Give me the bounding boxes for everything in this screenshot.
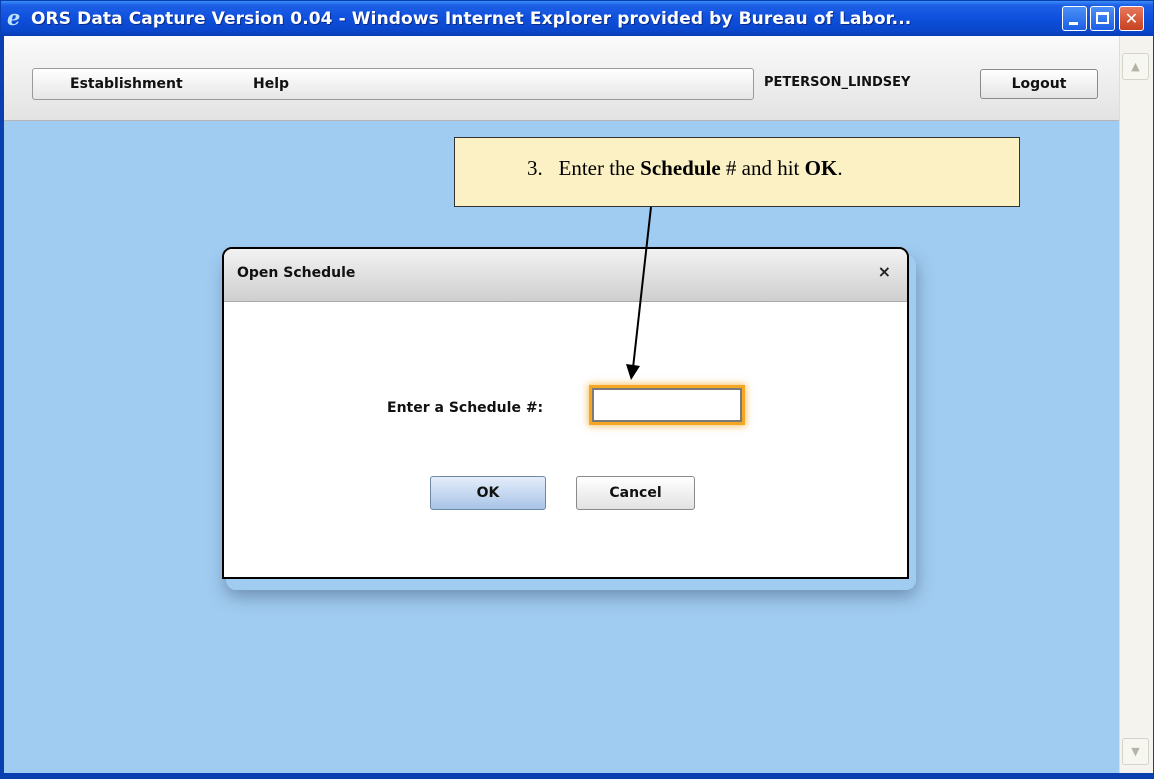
callout-text-after: . xyxy=(837,156,843,180)
open-schedule-dialog: Open Schedule × Enter a Schedule #: OK C… xyxy=(222,247,909,579)
callout-text-before: Enter the xyxy=(558,156,641,180)
vertical-scrollbar[interactable]: ▲ ▼ xyxy=(1119,36,1153,773)
close-window-button[interactable]: ✕ xyxy=(1119,6,1144,31)
scroll-down-button[interactable]: ▼ xyxy=(1122,738,1149,765)
instruction-callout: 3. Enter the Schedule # and hit OK. xyxy=(454,137,1020,207)
callout-bold-schedule: Schedule xyxy=(640,156,721,180)
menu-help[interactable]: Help xyxy=(253,76,289,92)
callout-bold-ok: OK xyxy=(804,156,838,180)
window-title: ORS Data Capture Version 0.04 - Windows … xyxy=(31,9,912,29)
window-bottom-border xyxy=(0,773,1152,777)
scroll-down-icon: ▼ xyxy=(1131,745,1140,758)
dialog-title: Open Schedule xyxy=(237,265,356,281)
logout-button[interactable]: Logout xyxy=(980,69,1098,99)
menu-establishment[interactable]: Establishment xyxy=(70,76,183,92)
maximize-icon xyxy=(1096,12,1109,24)
title-bar: e ORS Data Capture Version 0.04 - Window… xyxy=(1,1,1153,37)
maximize-button[interactable] xyxy=(1090,6,1115,31)
scroll-up-button[interactable]: ▲ xyxy=(1122,53,1149,80)
callout-step-number: 3. xyxy=(527,156,543,180)
internet-explorer-icon: e xyxy=(7,5,21,30)
minimize-button[interactable] xyxy=(1062,6,1087,31)
ok-button[interactable]: OK xyxy=(430,476,546,510)
callout-text: 3. Enter the Schedule # and hit OK. xyxy=(527,156,843,181)
username-label: PETERSON_LINDSEY xyxy=(764,75,911,90)
dialog-header: Open Schedule × xyxy=(224,249,907,302)
scroll-up-icon: ▲ xyxy=(1131,60,1140,73)
callout-text-middle: # and hit xyxy=(720,156,805,180)
schedule-number-label: Enter a Schedule #: xyxy=(387,400,544,416)
minimize-icon xyxy=(1069,22,1078,25)
schedule-number-input[interactable] xyxy=(592,388,742,422)
close-icon: ✕ xyxy=(1124,9,1139,28)
cancel-button[interactable]: Cancel xyxy=(576,476,695,510)
app-header: Establishment Help PETERSON_LINDSEY Logo… xyxy=(4,36,1119,121)
dialog-close-icon[interactable]: × xyxy=(878,262,891,281)
menu-bar: Establishment Help xyxy=(32,68,754,100)
